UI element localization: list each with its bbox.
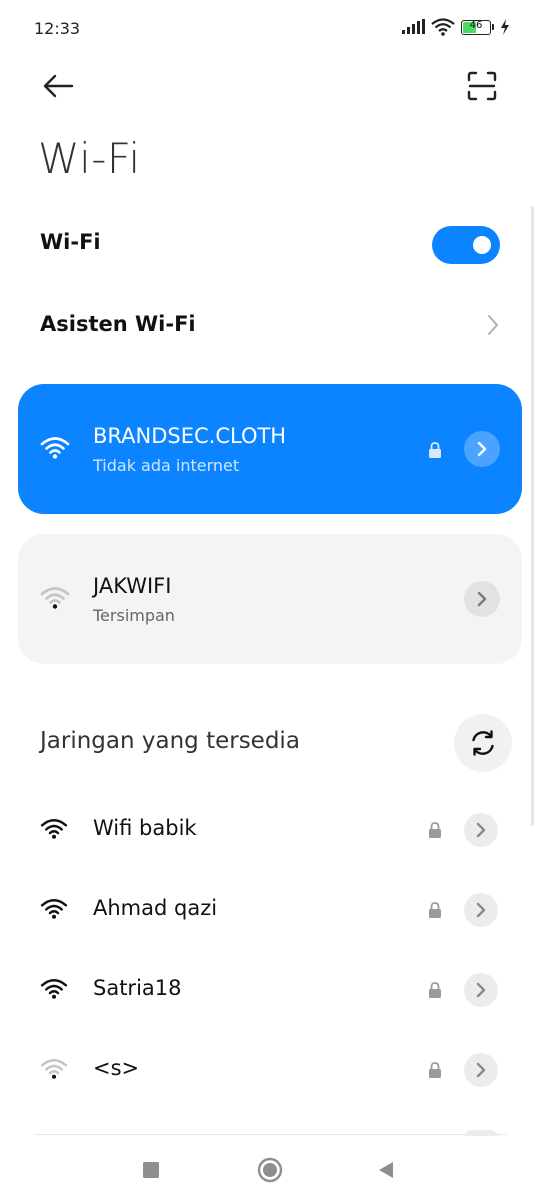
wifi-toggle[interactable]: [432, 226, 500, 264]
lock-icon: [429, 902, 441, 918]
lock-icon: [429, 822, 441, 838]
saved-network-card[interactable]: JAKWIFI Tersimpan: [18, 534, 522, 664]
network-details-button[interactable]: [464, 973, 498, 1007]
network-list-item[interactable]: Ahmad qazi: [0, 870, 540, 950]
battery-level: 46: [469, 19, 483, 31]
back-triangle-icon: [379, 1162, 393, 1178]
network-list-item[interactable]: Wifi babik: [0, 790, 540, 870]
network-name: BRANDSEC.CLOTH: [93, 424, 287, 448]
wifi-signal-icon: [40, 437, 70, 459]
chevron-right-icon: [476, 982, 486, 998]
chevron-right-icon: [476, 902, 486, 918]
home-button[interactable]: [250, 1150, 290, 1190]
network-details-button[interactable]: [464, 813, 498, 847]
wifi-signal-icon: [40, 899, 68, 919]
network-details-button[interactable]: [464, 581, 500, 617]
refresh-icon: [472, 730, 494, 756]
status-icons: 46: [401, 18, 510, 36]
connected-network-card[interactable]: BRANDSEC.CLOTH Tidak ada internet: [18, 384, 522, 514]
signal-icon: [402, 19, 425, 34]
wifi-signal-weak-icon: [40, 1059, 68, 1079]
back-arrow-icon: [43, 74, 74, 98]
network-name: Wifi babik: [93, 816, 197, 840]
wifi-signal-icon: [40, 979, 68, 999]
network-name: Satria18: [93, 976, 182, 1000]
status-bar: 12:33 46: [0, 0, 540, 58]
wifi-icon: [431, 18, 455, 36]
battery-icon: 46: [461, 19, 491, 35]
recents-square-icon: [143, 1162, 159, 1178]
page-title: Wi-Fi: [38, 134, 141, 183]
wifi-label: Wi-Fi: [40, 230, 101, 254]
network-name: <s>: [93, 1056, 140, 1080]
wifi-signal-icon: [40, 819, 68, 839]
network-list-item[interactable]: <s>: [0, 1030, 540, 1110]
network-details-button[interactable]: [464, 1053, 498, 1087]
network-name: JAKWIFI: [93, 574, 172, 598]
home-circle-icon: [257, 1157, 283, 1183]
scan-button[interactable]: [460, 64, 504, 108]
status-time: 12:33: [34, 19, 81, 38]
network-status: Tersimpan: [93, 606, 175, 625]
network-details-button[interactable]: [464, 431, 500, 467]
chevron-right-icon: [477, 441, 487, 457]
charging-icon: [501, 19, 509, 35]
wifi-assistant-label: Asisten Wi-Fi: [40, 312, 196, 336]
back-button[interactable]: [36, 64, 80, 108]
lock-icon: [429, 442, 441, 458]
qr-scan-icon: [467, 71, 497, 101]
chevron-right-icon: [476, 1062, 486, 1078]
available-networks-list: Wifi babik Ahmad qazi Satria18 <s>: [0, 790, 540, 1110]
network-list-item[interactable]: Satria18: [0, 950, 540, 1030]
toggle-knob: [473, 236, 491, 254]
chevron-right-icon: [477, 591, 487, 607]
nav-back-button[interactable]: [366, 1150, 406, 1190]
refresh-button[interactable]: [454, 714, 512, 772]
chevron-right-icon: [476, 822, 486, 838]
navigation-bar: [0, 1136, 540, 1200]
lock-icon: [429, 1062, 441, 1078]
chevron-right-icon: [488, 315, 498, 335]
available-networks-title: Jaringan yang tersedia: [40, 728, 300, 754]
recents-button[interactable]: [131, 1150, 171, 1190]
network-status: Tidak ada internet: [93, 456, 240, 475]
wifi-signal-weak-icon: [40, 587, 70, 609]
network-details-button[interactable]: [464, 893, 498, 927]
lock-icon: [429, 982, 441, 998]
list-divider: [34, 1134, 506, 1135]
network-name: Ahmad qazi: [93, 896, 218, 920]
